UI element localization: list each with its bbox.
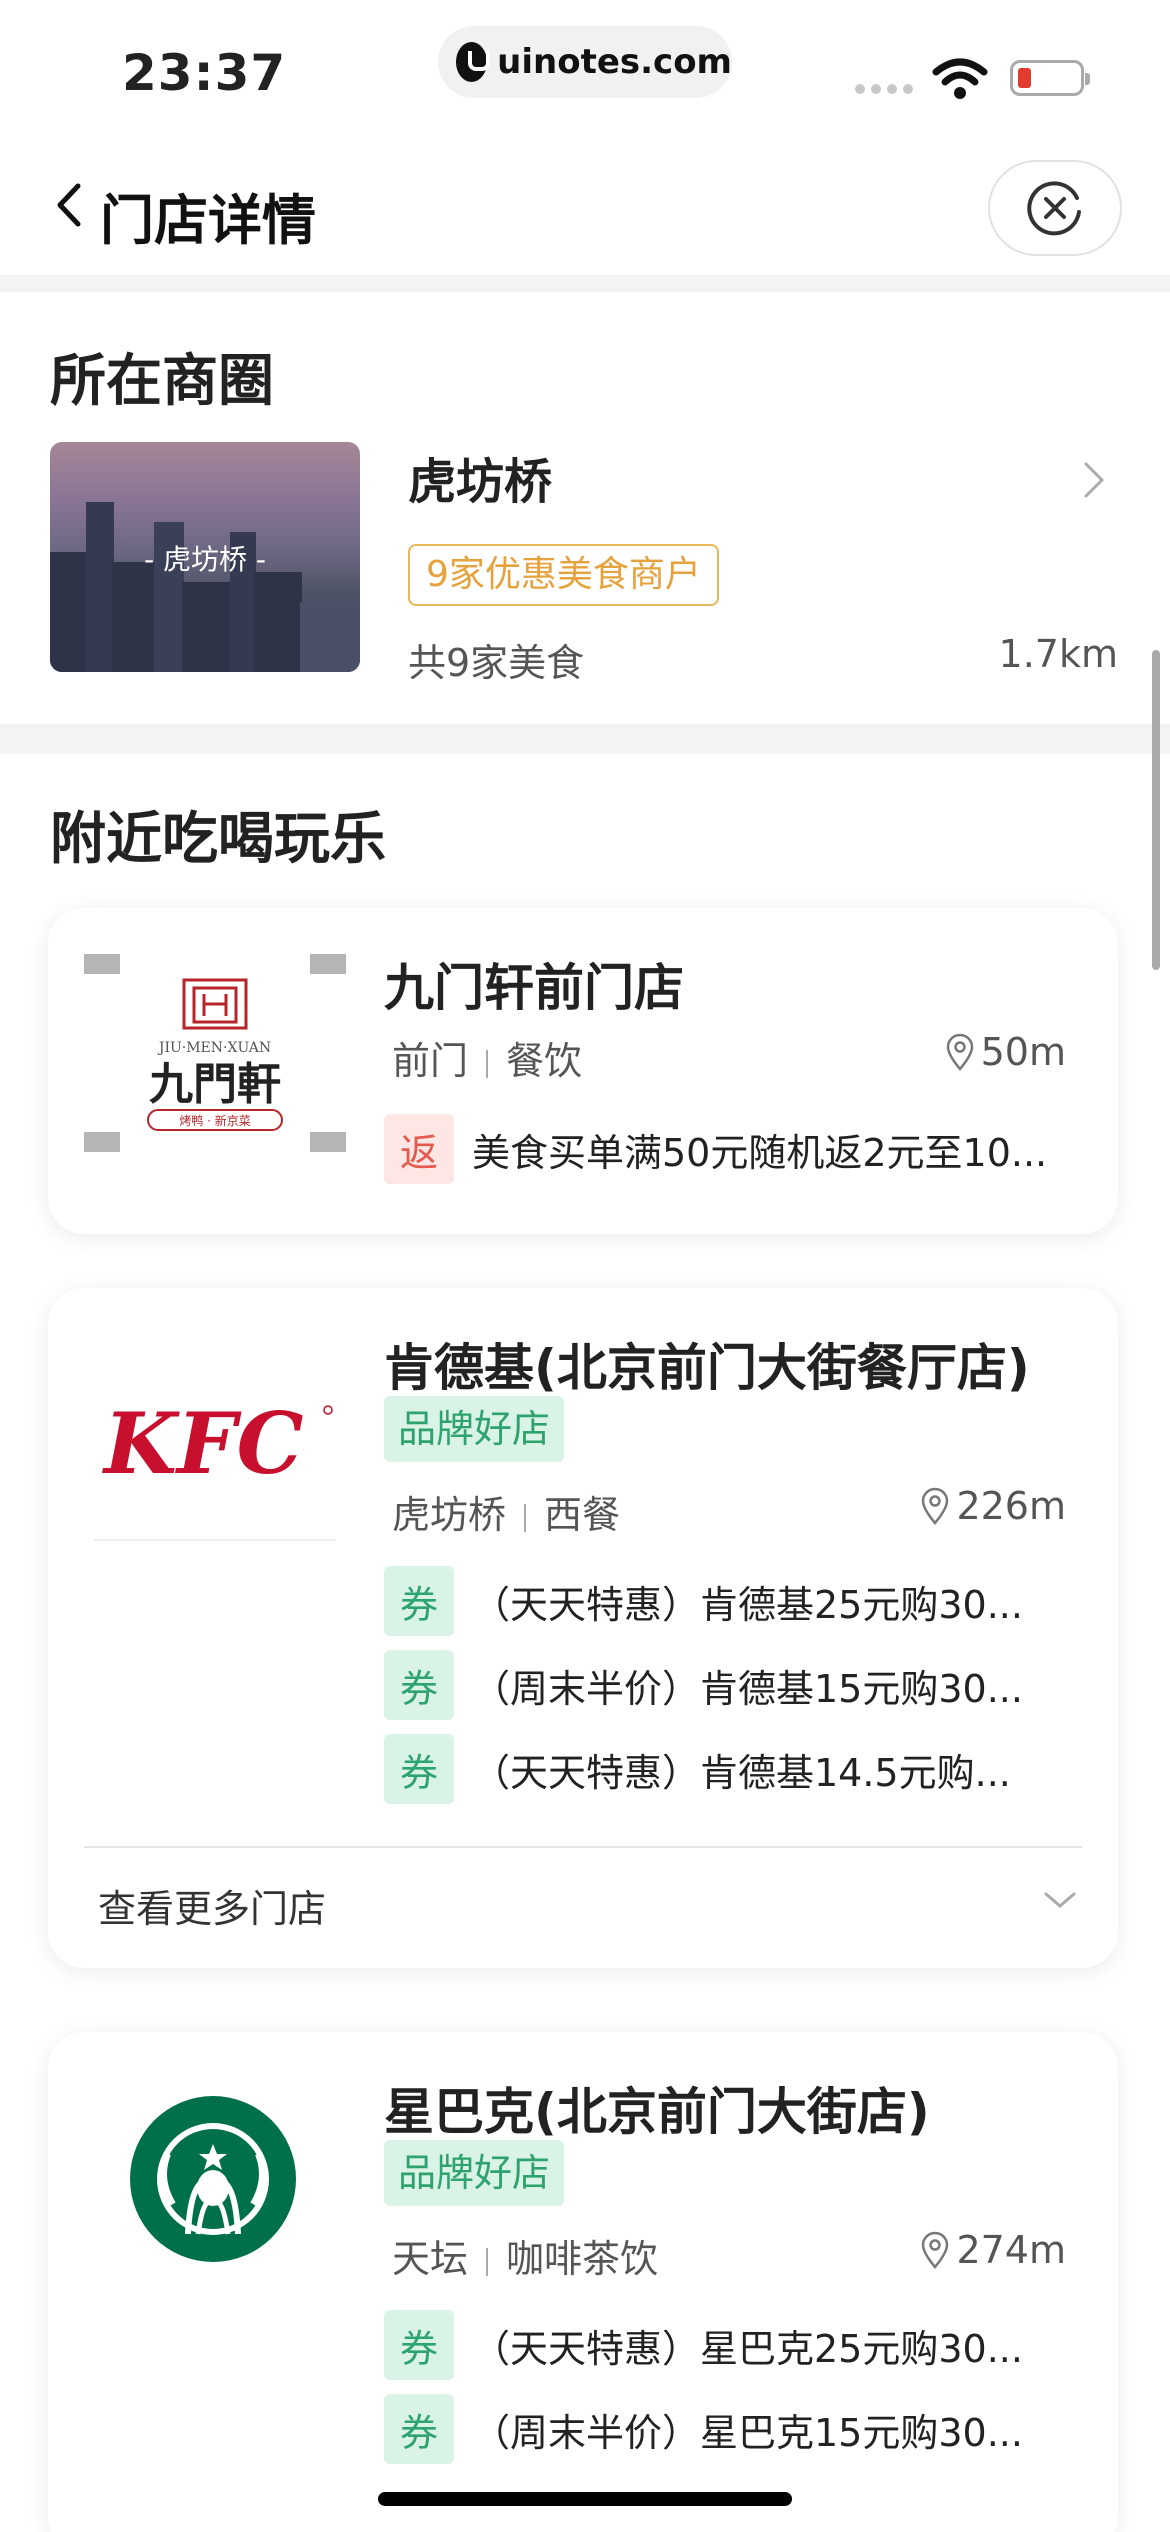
- status-bar: 23:37 uinotes.com: [0, 0, 1170, 140]
- deal-text: （周末半价）肯德基15元购30...: [472, 1666, 1023, 1711]
- coupon-badge: 券: [384, 1734, 454, 1804]
- business-distance: 1.7km: [998, 632, 1118, 676]
- view-more-stores-button[interactable]: 查看更多门店: [98, 1878, 326, 1933]
- logo-romanization: JIU·MEN·XUAN: [157, 1040, 271, 1056]
- business-circle-image[interactable]: - 虎坊桥 -: [50, 442, 360, 672]
- coupon-badge: 券: [384, 2310, 454, 2380]
- business-circle-name[interactable]: 虎坊桥: [408, 442, 552, 512]
- store-meta: 天坛 咖啡茶饮: [392, 2228, 658, 2283]
- distance-value: 274m: [956, 2228, 1066, 2272]
- coupon-badge: 券: [384, 1566, 454, 1636]
- store-distance: 274m: [920, 2228, 1066, 2272]
- scrollbar[interactable]: [1152, 650, 1160, 970]
- deal-text: （天天特惠）肯德基14.5元购...: [472, 1750, 1011, 1795]
- location-pin-icon: [922, 1487, 949, 1525]
- store-name: 九门轩前门店: [384, 959, 684, 1017]
- store-card[interactable]: KFC 肯德基(北京前门大街餐厅店) 品牌好店 虎坊桥 西餐 226m 券 （天天…: [48, 1288, 1118, 1968]
- store-logo: KFC: [84, 1328, 346, 1558]
- deal-text: （天天特惠）星巴克25元购30...: [472, 2326, 1023, 2371]
- battery-icon: [1010, 60, 1090, 96]
- deal-text: （天天特惠）肯德基25元购30...: [472, 1582, 1023, 1627]
- store-meta: 前门 餐饮: [392, 1030, 582, 1085]
- location-pin-icon: [946, 1033, 973, 1071]
- chevron-down-icon[interactable]: [1042, 1888, 1078, 1912]
- store-category: 西餐: [544, 1493, 621, 1537]
- merchant-count-tag: 9家优惠美食商户: [408, 544, 719, 606]
- wifi-icon: [932, 58, 988, 99]
- deal-item[interactable]: 券 （天天特惠）肯德基14.5元购...: [384, 1734, 1011, 1804]
- deal-text: 美食买单满50元随机返2元至10...: [472, 1130, 1048, 1175]
- logo-wordmark: 九門軒: [149, 1059, 281, 1110]
- rebate-badge: 返: [384, 1114, 454, 1184]
- close-button[interactable]: [988, 160, 1122, 256]
- store-area: 前门: [392, 1039, 469, 1083]
- store-logo: JIU·MEN·XUAN 九門軒 烤鸭 · 新京菜: [84, 954, 346, 1152]
- site-logo-icon: [456, 42, 491, 82]
- status-time: 23:37: [122, 44, 287, 102]
- distance-value: 50m: [980, 1030, 1066, 1074]
- brand-tag: 品牌好店: [384, 1396, 565, 1462]
- store-name: 肯德基(北京前门大街餐厅店): [384, 1339, 1030, 1397]
- store-category: 餐饮: [506, 1039, 583, 1083]
- business-circle-section: 所在商圈 - 虎坊桥 - 虎坊桥 9家优惠美食商户 共9家美食 1.7km: [0, 292, 1170, 724]
- chevron-right-icon[interactable]: [1082, 460, 1106, 500]
- deal-item[interactable]: 券 （周末半价）肯德基15元购30...: [384, 1650, 1023, 1720]
- store-name: 星巴克(北京前门大街店): [384, 2083, 930, 2141]
- coupon-badge: 券: [384, 2394, 454, 2464]
- coupon-badge: 券: [384, 1650, 454, 1720]
- store-distance: 50m: [945, 1030, 1066, 1074]
- url-text: uinotes.com: [497, 42, 732, 82]
- deal-item[interactable]: 券 （天天特惠）肯德基25元购30...: [384, 1566, 1023, 1636]
- deal-text: （周末半价）星巴克15元购30...: [472, 2410, 1023, 2455]
- divider: [84, 1846, 1082, 1848]
- store-meta: 虎坊桥 西餐: [392, 1484, 620, 1539]
- store-area: 天坛: [392, 2237, 469, 2281]
- distance-value: 226m: [956, 1484, 1066, 1528]
- brand-tag: 品牌好店: [384, 2140, 565, 2206]
- store-card[interactable]: JIU·MEN·XUAN 九門軒 烤鸭 · 新京菜 九门轩前门店 前门 餐饮 50…: [48, 908, 1118, 1234]
- back-icon[interactable]: [50, 180, 90, 230]
- store-distance: 226m: [920, 1484, 1066, 1528]
- deal-item[interactable]: 券 （天天特惠）星巴克25元购30...: [384, 2310, 1023, 2380]
- deal-item[interactable]: 返 美食买单满50元随机返2元至10...: [384, 1114, 1047, 1184]
- nav-bar: 门店详情: [0, 140, 1170, 275]
- location-pin-icon: [922, 2231, 949, 2269]
- store-category: 咖啡茶饮: [506, 2237, 659, 2281]
- home-indicator[interactable]: [378, 2492, 792, 2506]
- store-card[interactable]: 星巴克(北京前门大街店) 品牌好店 天坛 咖啡茶饮 274m 券 （天天特惠）星巴…: [48, 2032, 1118, 2532]
- deal-item[interactable]: 券 （周末半价）星巴克15元购30...: [384, 2394, 1023, 2464]
- logo-subtitle: 烤鸭 · 新京菜: [179, 1113, 250, 1128]
- nearby-section: 附近吃喝玩乐 JIU·MEN·XUAN 九門軒 烤鸭 · 新京菜 九门轩前门店 …: [0, 754, 1170, 2532]
- page-title: 门店详情: [100, 189, 316, 252]
- food-count: 共9家美食: [408, 641, 585, 685]
- starbucks-logo: [128, 2094, 298, 2264]
- store-area: 虎坊桥: [392, 1493, 507, 1537]
- image-label: - 虎坊桥 -: [143, 543, 266, 576]
- section-title: 所在商圈: [50, 349, 274, 414]
- cellular-signal-icon: [855, 84, 913, 94]
- kfc-wordmark: KFC: [102, 1394, 304, 1493]
- section-title: 附近吃喝玩乐: [50, 807, 386, 872]
- url-pill[interactable]: uinotes.com: [438, 26, 732, 98]
- close-circle-icon: [1027, 181, 1081, 236]
